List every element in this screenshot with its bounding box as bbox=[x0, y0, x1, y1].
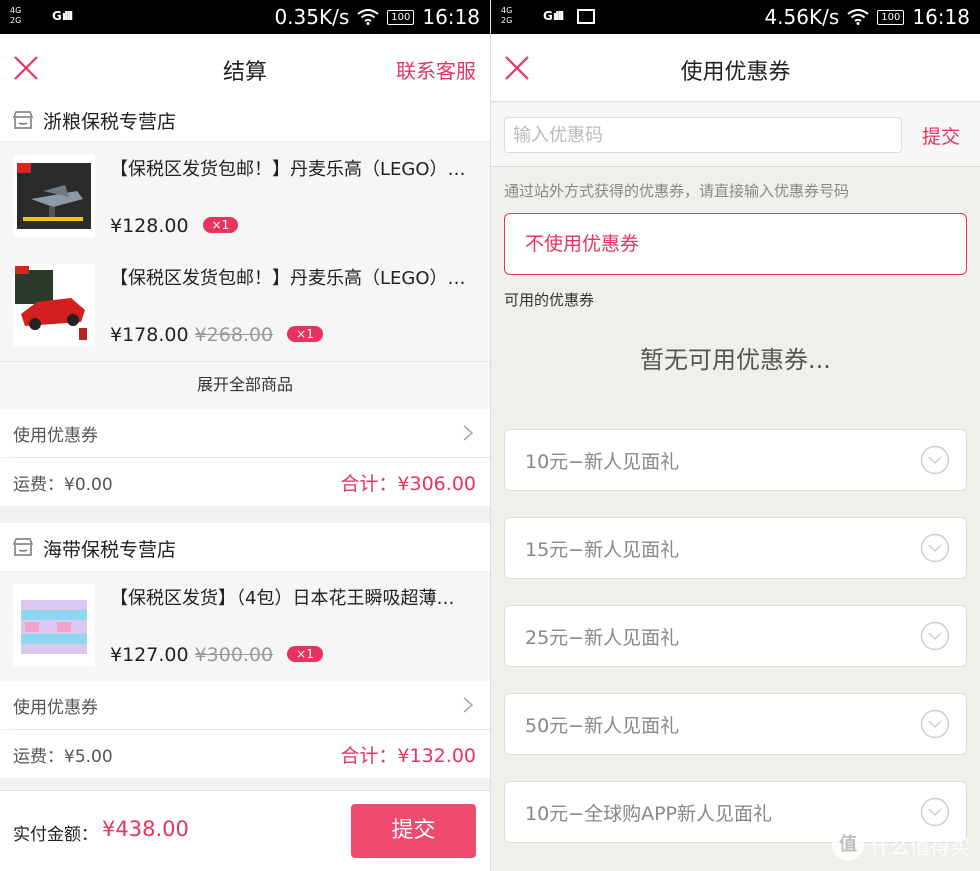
signal-icon: GıIII bbox=[52, 9, 73, 23]
contact-service-link[interactable]: 联系客服 bbox=[396, 55, 476, 84]
coupon-label: 15元−新人见面礼 bbox=[525, 539, 680, 561]
page-title: 使用优惠券 bbox=[680, 60, 791, 85]
watermark-logo-icon: 值 bbox=[832, 829, 864, 861]
coupon-label: 25元−新人见面礼 bbox=[525, 627, 680, 649]
quantity-badge: ×1 bbox=[202, 217, 239, 233]
chevron-right-icon bbox=[463, 425, 474, 441]
signal-icon: GıIII bbox=[543, 9, 564, 23]
checkout-screen: 4G 2G GıIII 0.35K/s 100 16:18 结算 联系客服 浙粮保… bbox=[0, 0, 490, 871]
coupon-label: 50元−新人见面礼 bbox=[525, 715, 680, 737]
product-price-row: ¥128.00 ×1 bbox=[110, 215, 239, 237]
payment-bar: 实付金额： ¥438.00 提交 bbox=[0, 790, 490, 871]
wifi-icon bbox=[357, 9, 379, 25]
clock: 16:18 bbox=[912, 5, 970, 29]
battery-icon: 100 bbox=[877, 9, 905, 25]
watermark-text: 什么值得买 bbox=[870, 834, 970, 859]
store-summary-row: 运费：¥5.00 合计：¥132.00 bbox=[0, 730, 490, 778]
available-coupons-label: 可用的优惠券 bbox=[504, 291, 595, 309]
store-header: 海带保税专营店 bbox=[0, 523, 490, 571]
product-title: 【保税区发货】（4包）日本花王瞬吸超薄日用 bbox=[110, 588, 470, 609]
network-type: 4G 2G bbox=[501, 6, 513, 25]
no-coupon-option[interactable]: 不使用优惠券 bbox=[504, 213, 967, 275]
clock: 16:18 bbox=[422, 5, 480, 29]
expand-all-products-button[interactable]: 展开全部商品 bbox=[0, 361, 490, 409]
use-coupon-row[interactable]: 使用优惠券 bbox=[0, 681, 490, 729]
store-icon bbox=[12, 538, 34, 556]
chevron-right-icon bbox=[463, 697, 474, 713]
pay-amount-label: 实付金额： bbox=[13, 825, 98, 845]
coupon-item[interactable]: 25元−新人见面礼 bbox=[504, 605, 967, 667]
use-coupon-label: 使用优惠券 bbox=[13, 426, 98, 446]
empty-coupons-message: 暂无可用优惠券... bbox=[640, 346, 831, 374]
status-bar: 4G 2G GıIII 0.35K/s 100 16:18 bbox=[0, 0, 490, 34]
coupon-item[interactable]: 10元−新人见面礼 bbox=[504, 429, 967, 491]
product-price: ¥128.00 bbox=[110, 215, 189, 237]
product-price-row: ¥178.00 ¥268.00 ×1 bbox=[110, 324, 323, 346]
coupon-code-input[interactable] bbox=[504, 117, 902, 153]
chevron-down-circle-icon[interactable] bbox=[920, 797, 950, 827]
network-type: 4G 2G bbox=[10, 6, 22, 25]
pay-amount: ¥438.00 bbox=[102, 817, 189, 841]
product-item[interactable]: 【保税区发货】（4包）日本花王瞬吸超薄日用 ¥127.00 ¥300.00 ×1 bbox=[0, 572, 490, 681]
lego-car-thumbnail bbox=[13, 264, 95, 346]
store-summary-row: 运费：¥0.00 合计：¥306.00 bbox=[0, 458, 490, 506]
battery-icon: 100 bbox=[387, 9, 415, 25]
coupon-code-area: 提交 bbox=[491, 103, 980, 167]
product-price: ¥127.00 bbox=[110, 644, 189, 666]
quantity-badge: ×1 bbox=[287, 646, 323, 662]
watermark: 值 什么值得买 bbox=[832, 829, 970, 861]
coupon-code-submit-button[interactable]: 提交 bbox=[922, 122, 960, 149]
product-item[interactable]: 【保税区发货包邮！】丹麦乐高（LEGO）机械组 ¥128.00 ×1 bbox=[0, 143, 490, 252]
product-price: ¥178.00 bbox=[110, 324, 189, 346]
diaper-pack-thumbnail bbox=[13, 584, 95, 666]
chevron-down-circle-icon[interactable] bbox=[920, 533, 950, 563]
coupon-item[interactable]: 50元−新人见面礼 bbox=[504, 693, 967, 755]
use-coupon-label: 使用优惠券 bbox=[13, 698, 98, 718]
status-bar: 4G 2G GıIII 4.56K/s 100 16:18 bbox=[491, 0, 980, 34]
product-title: 【保税区发货包邮！】丹麦乐高（LEGO）超级赛车 bbox=[110, 268, 470, 289]
network-speed: 4.56K/s bbox=[764, 5, 840, 29]
original-price: ¥300.00 bbox=[194, 644, 274, 666]
chevron-down-circle-icon[interactable] bbox=[920, 709, 950, 739]
coupon-label: 10元−全球购APP新人见面礼 bbox=[525, 803, 773, 825]
store-total: 合计：¥306.00 bbox=[340, 473, 476, 495]
coupon-item[interactable]: 15元−新人见面礼 bbox=[504, 517, 967, 579]
shipping-fee: 运费：¥5.00 bbox=[13, 747, 113, 767]
coupon-hint-text: 通过站外方式获得的优惠券，请直接输入优惠券号码 bbox=[504, 182, 850, 200]
nav-bar: 结算 联系客服 bbox=[0, 34, 490, 102]
store-icon bbox=[12, 111, 34, 129]
store-name: 浙粮保税专营店 bbox=[43, 111, 177, 133]
coupon-screen: 4G2G GıIII 4.56K/s 100 16:18 使用优惠券 提交 通过… bbox=[490, 0, 980, 871]
lego-plane-thumbnail bbox=[13, 155, 95, 237]
image-notification-icon bbox=[577, 9, 595, 24]
network-speed: 0.35K/s bbox=[274, 5, 350, 29]
coupon-label: 10元−新人见面礼 bbox=[525, 451, 680, 473]
submit-order-button[interactable]: 提交 bbox=[351, 804, 476, 858]
shipping-fee: 运费：¥0.00 bbox=[13, 475, 113, 495]
wifi-icon bbox=[847, 9, 869, 25]
original-price: ¥268.00 bbox=[194, 324, 274, 346]
store-total: 合计：¥132.00 bbox=[340, 745, 476, 767]
quantity-badge: ×1 bbox=[287, 326, 323, 342]
product-item[interactable]: 【保税区发货包邮！】丹麦乐高（LEGO）超级赛车 ¥178.00¥268.00 ×… bbox=[0, 252, 490, 361]
store-name: 海带保税专营店 bbox=[43, 539, 177, 561]
chevron-down-circle-icon[interactable] bbox=[920, 621, 950, 651]
store-header: 浙粮保税专营店 bbox=[0, 101, 490, 141]
product-title: 【保税区发货包邮！】丹麦乐高（LEGO）机械组 bbox=[110, 159, 470, 180]
use-coupon-row[interactable]: 使用优惠券 bbox=[0, 409, 490, 457]
product-price-row: ¥127.00 ¥300.00 ×1 bbox=[110, 644, 323, 666]
chevron-down-circle-icon[interactable] bbox=[920, 445, 950, 475]
nav-bar: 使用优惠券 bbox=[491, 34, 980, 102]
